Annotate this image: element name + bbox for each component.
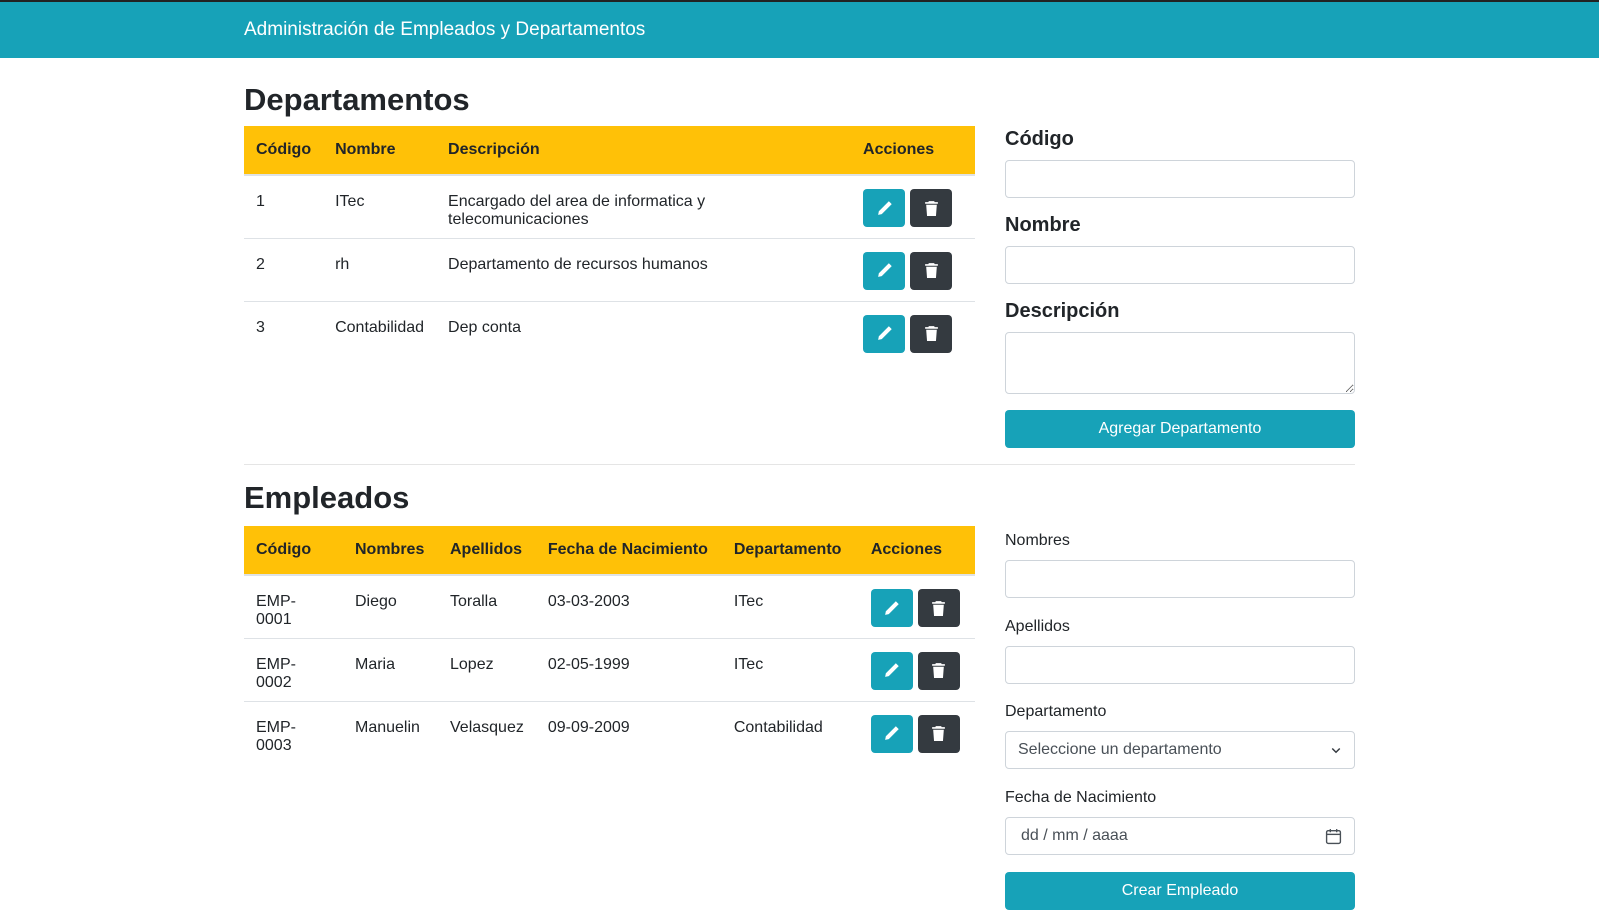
delete-button[interactable]	[910, 251, 953, 290]
trash-icon	[924, 326, 938, 341]
dept-name-label: Nombre	[1005, 214, 1081, 236]
dept-code-cell: 3	[256, 318, 265, 336]
edit-button[interactable]	[870, 714, 913, 753]
dept-actions-cell	[851, 238, 975, 302]
emp-department-cell: ITec	[721, 575, 859, 639]
col-header-birth-date: Fecha de Nacimiento	[535, 526, 722, 576]
delete-button[interactable]	[917, 589, 960, 627]
dept-actions-cell	[851, 301, 975, 364]
pencil-icon	[885, 600, 900, 615]
pencil-icon	[885, 663, 900, 677]
emp-birth-date-cell: 09-09-2009	[547, 718, 630, 736]
col-header-actions: Acciones	[858, 526, 975, 576]
dept-description-cell: Departamento de recursos humanos	[436, 238, 852, 302]
emp-first-name-input[interactable]	[1005, 560, 1355, 598]
emp-first-name-cell: Manuelin	[355, 718, 420, 736]
emp-code-cell: EMP-0003	[256, 718, 296, 754]
edit-button[interactable]	[863, 314, 906, 353]
trash-icon	[932, 600, 946, 616]
col-header-department: Departamento	[721, 526, 859, 576]
table-header-row: Código Nombre Descripción Acciones	[244, 126, 975, 176]
pencil-icon	[877, 263, 892, 277]
delete-button[interactable]	[917, 714, 960, 753]
table-row: 3 Contabilidad Dep conta	[244, 301, 975, 364]
departments-table: Código Nombre Descripción Acciones 1 ITe…	[244, 126, 975, 364]
dept-description-cell: Dep conta	[448, 318, 521, 336]
trash-icon	[932, 726, 946, 741]
dept-name-cell: Contabilidad	[335, 318, 425, 336]
emp-last-name-cell: Velasquez	[450, 718, 524, 736]
dept-name-cell: rh	[323, 238, 437, 302]
emp-last-name-cell: Lopez	[438, 638, 536, 702]
col-header-actions: Acciones	[851, 126, 975, 176]
edit-button[interactable]	[870, 589, 913, 627]
delete-button[interactable]	[910, 189, 953, 227]
col-header-first-name: Nombres	[343, 526, 438, 576]
pencil-icon	[877, 200, 892, 215]
top-navbar: Administración de Empleados y Departamen…	[0, 0, 1599, 58]
emp-actions-cell	[858, 638, 975, 702]
dept-code-label: Código	[1005, 128, 1074, 150]
table-row: 1 ITec Encargado del area de informatica…	[244, 175, 975, 239]
emp-code-cell: EMP-0001	[244, 575, 343, 639]
dept-description-cell: Encargado del area de informatica y tele…	[436, 175, 852, 239]
emp-first-name-cell: Diego	[343, 575, 438, 639]
emp-actions-cell	[858, 575, 975, 639]
add-department-button[interactable]: Agregar Departamento	[1005, 410, 1355, 448]
delete-button[interactable]	[910, 314, 953, 353]
emp-actions-cell	[859, 701, 975, 764]
chevron-down-icon	[1331, 747, 1341, 754]
emp-birth-date-cell: 02-05-1999	[535, 638, 722, 702]
dept-code-cell: 1	[244, 175, 324, 239]
calendar-icon[interactable]	[1325, 828, 1342, 845]
col-header-description: Descripción	[436, 126, 852, 176]
delete-button[interactable]	[917, 651, 960, 690]
edit-button[interactable]	[863, 251, 906, 290]
pencil-icon	[885, 726, 900, 740]
create-employee-button[interactable]: Crear Empleado	[1005, 872, 1355, 910]
col-header-code: Código	[244, 526, 343, 576]
dept-name-input[interactable]	[1005, 246, 1355, 284]
emp-department-cell: Contabilidad	[733, 718, 823, 736]
edit-button[interactable]	[870, 651, 913, 690]
emp-last-name-label: Apellidos	[1005, 618, 1070, 635]
dept-code-input[interactable]	[1005, 160, 1355, 198]
birth-date-input[interactable]: dd / mm / aaaa	[1005, 817, 1355, 855]
table-row: EMP-0003 Manuelin Velasquez 09-09-2009 C…	[244, 701, 975, 764]
employees-title: Empleados	[244, 480, 410, 515]
dept-actions-cell	[851, 175, 975, 239]
app-title: Administración de Empleados y Departamen…	[244, 19, 646, 40]
table-row: 2 rh Departamento de recursos humanos	[244, 238, 975, 302]
emp-department-label: Departamento	[1005, 703, 1107, 720]
edit-button[interactable]	[863, 189, 906, 227]
dept-name-cell: ITec	[323, 175, 437, 239]
table-row: EMP-0002 Maria Lopez 02-05-1999 ITec	[244, 638, 975, 702]
dept-description-label: Descripción	[1005, 300, 1120, 322]
col-header-code: Código	[244, 126, 324, 176]
section-divider	[244, 464, 1355, 465]
trash-icon	[932, 663, 946, 678]
departments-title: Departamentos	[244, 82, 470, 117]
table-row: EMP-0001 Diego Toralla 03-03-2003 ITec	[244, 575, 975, 639]
emp-birth-date-label: Fecha de Nacimiento	[1005, 789, 1157, 806]
col-header-name: Nombre	[323, 126, 437, 176]
col-header-last-name: Apellidos	[438, 526, 536, 576]
trash-icon	[924, 263, 938, 278]
birth-date-placeholder: dd / mm / aaaa	[1021, 827, 1128, 844]
dept-description-textarea[interactable]	[1005, 332, 1355, 394]
department-select[interactable]: Seleccione un departamento	[1005, 731, 1355, 769]
pencil-icon	[877, 326, 892, 340]
employees-table: Código Nombres Apellidos Fecha de Nacimi…	[244, 526, 975, 764]
emp-birth-date-cell: 03-03-2003	[535, 575, 722, 639]
trash-icon	[924, 200, 938, 216]
dept-code-cell: 2	[244, 238, 324, 302]
emp-last-name-input[interactable]	[1005, 646, 1355, 684]
emp-last-name-cell: Toralla	[438, 575, 536, 639]
emp-first-name-label: Nombres	[1005, 532, 1070, 549]
emp-code-cell: EMP-0002	[244, 638, 343, 702]
department-select-value: Seleccione un departamento	[1018, 741, 1222, 758]
emp-department-cell: ITec	[721, 638, 859, 702]
table-header-row: Código Nombres Apellidos Fecha de Nacimi…	[244, 526, 975, 576]
emp-first-name-cell: Maria	[343, 638, 438, 702]
